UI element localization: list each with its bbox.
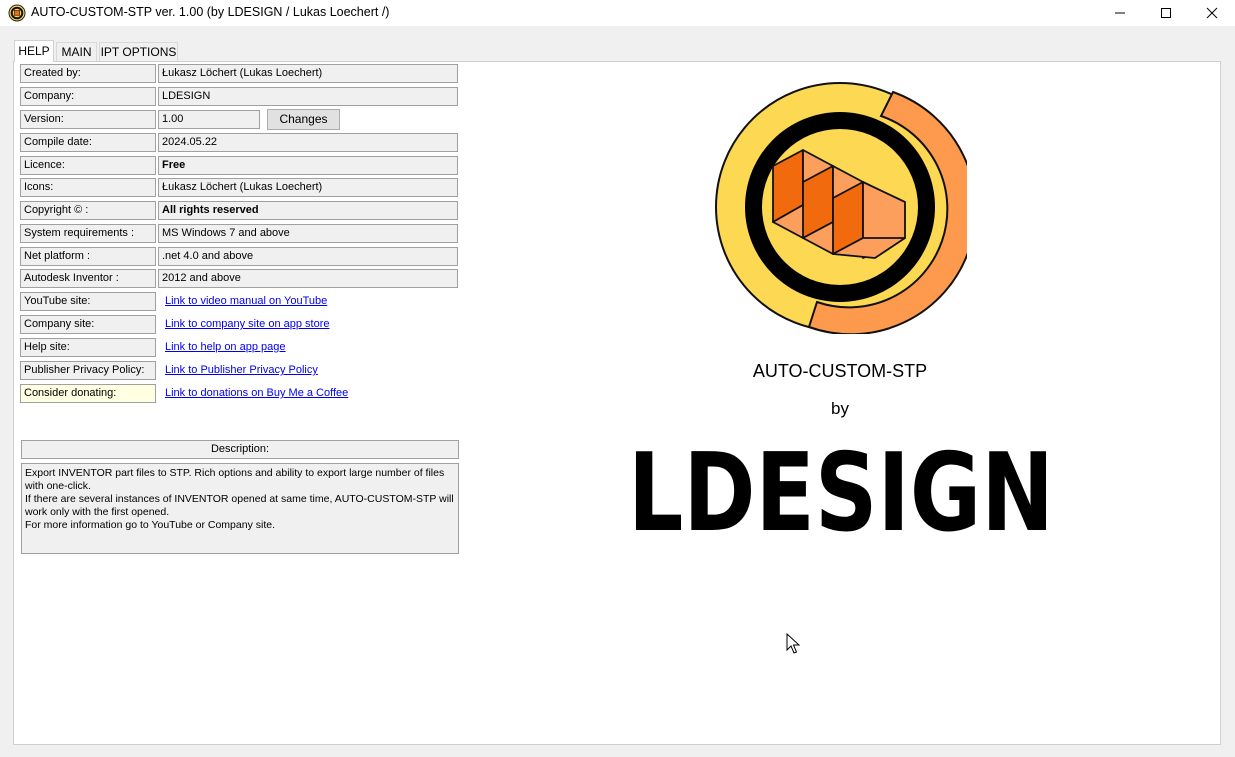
licence-label: Licence: bbox=[20, 156, 156, 175]
youtube-label: YouTube site: bbox=[20, 292, 156, 311]
minimize-button[interactable] bbox=[1097, 0, 1143, 26]
svg-text:LDESIGN: LDESIGN bbox=[628, 444, 1054, 536]
description-line: Export INVENTOR part files to STP. Rich … bbox=[25, 467, 445, 492]
copyright-label: Copyright © : bbox=[20, 201, 156, 220]
system-requirements-value: MS Windows 7 and above bbox=[158, 224, 458, 243]
tab-main[interactable]: MAIN bbox=[56, 42, 97, 61]
company-site-label: Company site: bbox=[20, 315, 156, 334]
created-by-value: Łukasz Löchert (Lukas Loechert) bbox=[158, 64, 458, 83]
privacy-policy-link[interactable]: Link to Publisher Privacy Policy bbox=[165, 364, 318, 376]
compile-date-value: 2024.05.22 bbox=[158, 133, 458, 152]
copyright-value: All rights reserved bbox=[158, 201, 458, 220]
version-value: 1.00 bbox=[158, 110, 260, 129]
donate-label: Consider donating: bbox=[20, 384, 156, 403]
company-label: Company: bbox=[20, 87, 156, 106]
window-title: AUTO-CUSTOM-STP ver. 1.00 (by LDESIGN / … bbox=[31, 5, 390, 19]
icons-value: Łukasz Löchert (Lukas Loechert) bbox=[158, 178, 458, 197]
company-site-link[interactable]: Link to company site on app store bbox=[165, 318, 329, 330]
licence-value: Free bbox=[158, 156, 458, 175]
minimize-icon bbox=[1115, 12, 1125, 14]
description-text: Export INVENTOR part files to STP. Rich … bbox=[21, 463, 459, 554]
net-platform-label: Net platform : bbox=[20, 247, 156, 266]
created-by-label: Created by: bbox=[20, 64, 156, 83]
compile-date-label: Compile date: bbox=[20, 133, 156, 152]
autodesk-inventor-label: Autodesk Inventor : bbox=[20, 269, 156, 288]
version-label: Version: bbox=[20, 110, 156, 129]
youtube-link[interactable]: Link to video manual on YouTube bbox=[165, 295, 327, 307]
autodesk-inventor-value: 2012 and above bbox=[158, 269, 458, 288]
donate-link[interactable]: Link to donations on Buy Me a Coffee bbox=[165, 387, 348, 399]
maximize-icon bbox=[1161, 8, 1171, 18]
tab-ipt-options[interactable]: IPT OPTIONS bbox=[99, 42, 178, 61]
ldesign-logo-icon bbox=[715, 82, 967, 334]
changes-button[interactable]: Changes bbox=[267, 109, 340, 130]
description-line: For more information go to YouTube or Co… bbox=[25, 519, 275, 531]
maximize-button[interactable] bbox=[1143, 0, 1189, 26]
help-site-link[interactable]: Link to help on app page bbox=[165, 341, 286, 353]
system-requirements-label: System requirements : bbox=[20, 224, 156, 243]
privacy-policy-label: Publisher Privacy Policy: bbox=[20, 361, 156, 380]
app-logo-icon bbox=[8, 4, 26, 22]
close-button[interactable] bbox=[1189, 0, 1235, 26]
icons-label: Icons: bbox=[20, 178, 156, 197]
description-header: Description: bbox=[21, 440, 459, 459]
company-brand-logo: LDESIGN bbox=[628, 444, 1054, 536]
mouse-pointer-icon bbox=[786, 633, 800, 654]
tab-help[interactable]: HELP bbox=[14, 40, 54, 62]
net-platform-value: .net 4.0 and above bbox=[158, 247, 458, 266]
description-line: If there are several instances of INVENT… bbox=[25, 493, 454, 518]
close-icon bbox=[1206, 7, 1218, 19]
by-text: by bbox=[831, 399, 849, 418]
help-site-label: Help site: bbox=[20, 338, 156, 357]
title-bar: AUTO-CUSTOM-STP ver. 1.00 (by LDESIGN / … bbox=[0, 0, 1235, 26]
company-value: LDESIGN bbox=[158, 87, 458, 106]
product-name: AUTO-CUSTOM-STP bbox=[752, 361, 928, 381]
